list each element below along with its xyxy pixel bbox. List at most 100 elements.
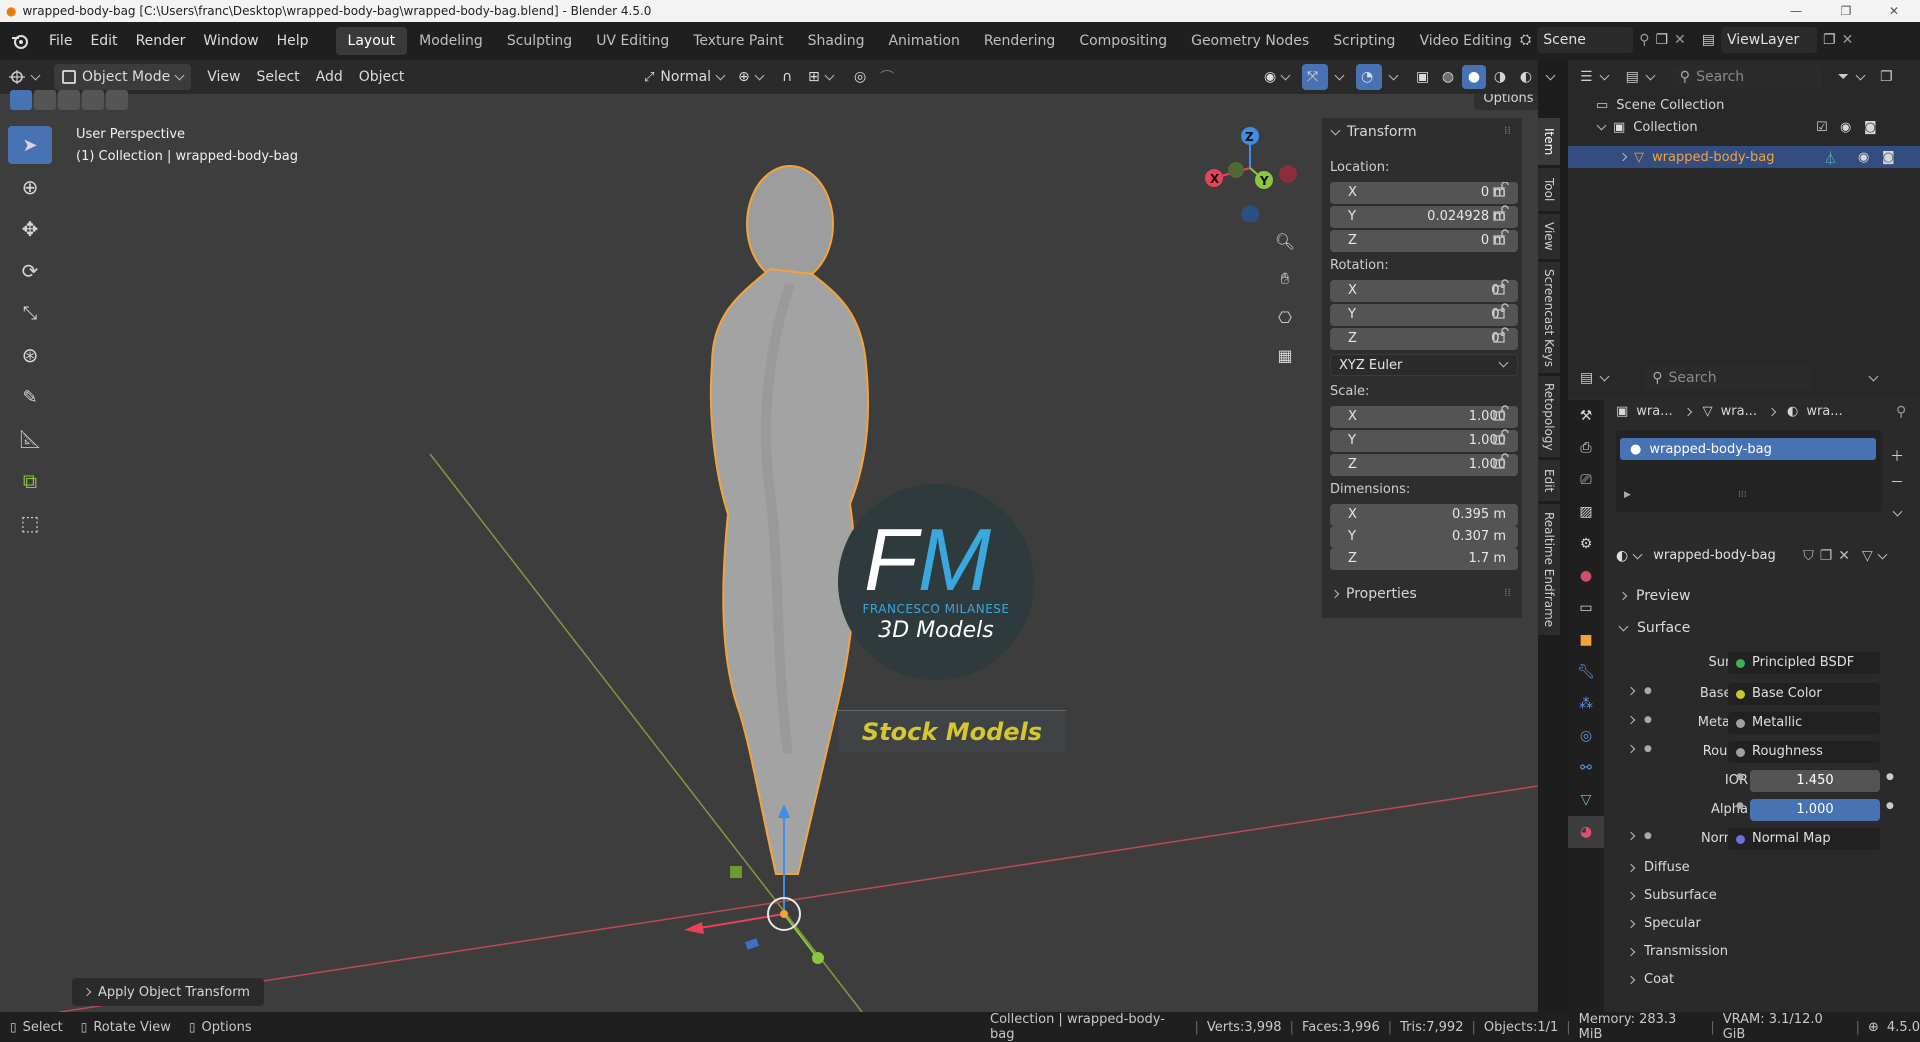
zoom-button[interactable]: 🔍︎ <box>1270 226 1300 256</box>
tab-shading[interactable]: Shading <box>796 27 877 55</box>
fake-user-icon[interactable]: ⛉ <box>1803 548 1814 564</box>
tab-view[interactable]: View <box>1538 214 1560 260</box>
ortho-toggle-button[interactable]: ▦ <box>1270 340 1300 370</box>
tab-animation[interactable]: Animation <box>876 27 971 55</box>
outliner-search[interactable]: ⚲ Search <box>1671 65 1822 89</box>
menu-object[interactable]: Object <box>351 64 413 90</box>
location-x-field[interactable]: X0 m <box>1330 182 1518 204</box>
new-collection-icon[interactable]: ❐ <box>1880 69 1893 85</box>
add-cube-tool[interactable]: ⧉ <box>8 462 52 500</box>
view-layer-field[interactable]: ViewLayer <box>1721 27 1817 53</box>
menu-help[interactable]: Help <box>268 22 318 60</box>
slot-menu-icon[interactable] <box>1892 506 1903 517</box>
metallic-field[interactable]: Metallic <box>1728 712 1880 734</box>
restore-icon[interactable]: ❐ <box>1826 0 1866 22</box>
dimensions-x-field[interactable]: X 0.395 m <box>1330 504 1518 526</box>
menu-window[interactable]: Window <box>194 22 267 60</box>
camera-render-icon[interactable]: ◙ <box>1882 150 1895 165</box>
render-tab[interactable]: ⎙ <box>1568 432 1604 464</box>
wireframe-shading-button[interactable]: ◍ <box>1436 65 1460 89</box>
material-name-field[interactable]: wrapped-body-bag <box>1647 544 1798 568</box>
new-view-layer-icon[interactable]: ❐ <box>1823 32 1836 48</box>
checkbox-icon[interactable]: ☑ <box>1816 120 1828 135</box>
shading-dropdown[interactable] <box>1540 65 1560 89</box>
unlink-material-icon[interactable]: ✕ <box>1838 548 1850 564</box>
options-dropdown[interactable]: Options <box>1474 94 1538 110</box>
gizmo-dropdown[interactable] <box>1328 64 1351 90</box>
collection-tab[interactable]: ▭ <box>1568 592 1604 624</box>
output-tab[interactable]: ⎚ <box>1568 464 1604 496</box>
annotate-tool[interactable]: ✎ <box>8 378 52 416</box>
roughness-field[interactable]: Roughness <box>1728 741 1880 763</box>
delete-scene-icon[interactable]: ✕ <box>1674 32 1686 48</box>
rendered-shading-button[interactable]: ◐ <box>1514 65 1538 89</box>
physics-tab[interactable]: ◎ <box>1568 720 1604 752</box>
select-new-button[interactable] <box>10 90 32 110</box>
ior-keyframe-icon[interactable]: ● <box>1886 772 1894 782</box>
add-slot-icon[interactable]: ＋ <box>1890 446 1904 466</box>
material-slot-row[interactable]: ● wrapped-body-bag <box>1620 438 1876 460</box>
view-layer-icon[interactable]: ▤ <box>1702 32 1715 48</box>
select-box-tool[interactable]: ➤ <box>8 126 52 164</box>
dimensions-z-field[interactable]: Z 1.7 m <box>1330 548 1518 570</box>
properties-editor-icon[interactable]: ▤ <box>1580 370 1593 386</box>
link-type-icon[interactable]: ▽ <box>1862 548 1873 564</box>
outliner-object-row[interactable]: ▽ wrapped-body-bag ⏃ ◉ ◙ <box>1568 146 1920 168</box>
drag-handle-icon[interactable]: ⁞⁞ <box>1504 586 1511 599</box>
particles-tab[interactable]: ⁂ <box>1568 688 1604 720</box>
editor-type-button[interactable] <box>0 64 50 90</box>
tab-sculpting[interactable]: Sculpting <box>495 27 584 55</box>
menu-add[interactable]: Add <box>308 64 351 90</box>
orientation-dropdown[interactable]: ⤢ Normal <box>636 64 732 90</box>
rotation-mode-dropdown[interactable]: XYZ Euler <box>1330 354 1518 376</box>
xray-toggle[interactable]: ▣ <box>1408 64 1437 90</box>
subsurface-subpanel[interactable]: Subsurface <box>1626 888 1717 903</box>
outliner-collection-row[interactable]: ▣ Collection ☑ ◉ ◙ <box>1596 120 1920 135</box>
data-tab[interactable]: ▽ <box>1568 784 1604 816</box>
drag-handle-icon[interactable]: ⁞⁞ <box>1504 124 1511 137</box>
properties-subpanel-header[interactable]: Properties <box>1330 586 1417 602</box>
delete-view-layer-icon[interactable]: ✕ <box>1842 32 1854 48</box>
transform-header[interactable]: Transform <box>1330 124 1417 140</box>
menu-view[interactable]: View <box>199 64 248 90</box>
tab-edit[interactable]: Edit <box>1538 460 1560 502</box>
world-tab[interactable]: ● <box>1568 560 1604 592</box>
scale-x-field[interactable]: X 1.000 <box>1330 406 1518 428</box>
ior-field[interactable]: 1.450 <box>1750 770 1880 792</box>
menu-file[interactable]: File <box>40 22 81 60</box>
pin-icon[interactable]: ⚲ <box>1639 32 1649 48</box>
filter-icon[interactable]: ⏷ <box>1838 69 1849 85</box>
outliner-scene-collection[interactable]: ▭ Scene Collection <box>1596 98 1724 113</box>
move-tool[interactable]: ✥ <box>8 210 52 248</box>
specular-subpanel[interactable]: Specular <box>1626 916 1701 931</box>
select-intersect-button[interactable] <box>106 90 128 110</box>
menu-edit[interactable]: Edit <box>81 22 126 60</box>
pivot-dropdown[interactable]: ⊕ <box>730 64 771 90</box>
properties-search[interactable]: ⚲ Search <box>1644 366 1813 390</box>
select-invert-button[interactable] <box>82 90 104 110</box>
rotation-y-field[interactable]: Y 0° <box>1330 304 1518 326</box>
last-operator-panel[interactable]: Apply Object Transform <box>72 978 264 1006</box>
outliner-editor-icon[interactable]: ☰ <box>1580 69 1593 85</box>
tab-texture-paint[interactable]: Texture Paint <box>681 27 795 55</box>
transform-tool[interactable]: ⊛ <box>8 336 52 374</box>
scale-tool[interactable]: ⤡ <box>8 294 52 332</box>
material-browse-icon[interactable]: ◐ <box>1616 548 1628 564</box>
measure-tool[interactable]: 📐︎ <box>8 420 52 458</box>
surface-shader-field[interactable]: Principled BSDF <box>1728 652 1880 674</box>
pin-icon[interactable]: ⚲ <box>1896 404 1906 420</box>
preview-panel-header[interactable]: Preview <box>1618 588 1691 604</box>
transmission-subpanel[interactable]: Transmission <box>1626 944 1728 959</box>
tab-rendering[interactable]: Rendering <box>972 27 1068 55</box>
gizmo-toggle[interactable]: ⤧ <box>1302 64 1328 90</box>
blender-menu-icon[interactable] <box>0 33 40 49</box>
scene-tab[interactable]: ⚙ <box>1568 528 1604 560</box>
expand-icon[interactable]: ▶ <box>1624 490 1631 500</box>
duplicate-material-icon[interactable]: ❐ <box>1820 548 1833 564</box>
rotate-tool[interactable]: ⟳ <box>8 252 52 290</box>
solid-shading-button[interactable]: ● <box>1462 65 1486 89</box>
tab-item[interactable]: Item <box>1538 118 1560 166</box>
material-tab[interactable]: ◕ <box>1568 816 1604 848</box>
select-extend-button[interactable] <box>34 90 56 110</box>
camera-view-button[interactable]: ⎔ <box>1270 302 1300 332</box>
